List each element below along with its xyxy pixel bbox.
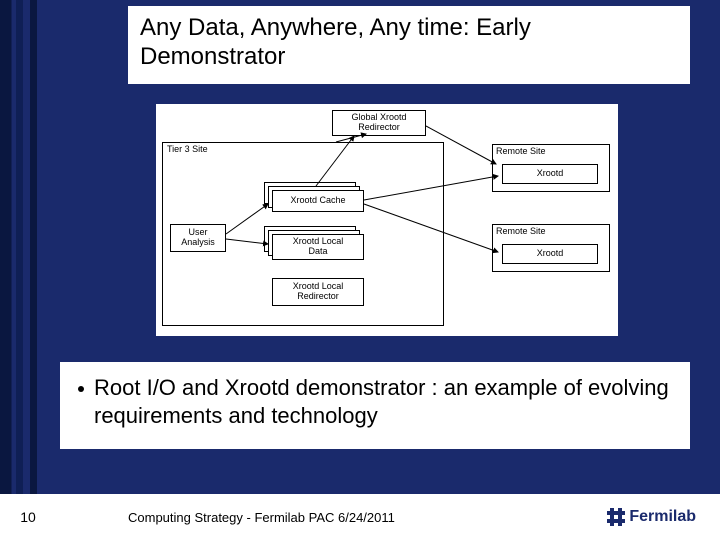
slide-title: Any Data, Anywhere, Any time: Early Demo… xyxy=(140,14,678,72)
remote-xrootd-2-label: Xrootd xyxy=(537,249,564,259)
xrootd-local-data-label: Xrootd Local Data xyxy=(293,237,344,257)
footer-text: Computing Strategy - Fermilab PAC 6/24/2… xyxy=(56,510,607,525)
global-xrootd-redirector-label: Global Xrootd Redirector xyxy=(351,113,406,133)
user-analysis-label: User Analysis xyxy=(181,228,215,248)
architecture-diagram: Tier 3 Site Global Xrootd Redirector Use… xyxy=(156,104,618,336)
footer: 10 Computing Strategy - Fermilab PAC 6/2… xyxy=(0,494,720,540)
user-analysis-box: User Analysis xyxy=(170,224,226,252)
bullet-text: Root I/O and Xrootd demonstrator : an ex… xyxy=(94,374,680,429)
tier3-site-label: Tier 3 Site xyxy=(167,145,208,155)
remote-xrootd-1-label: Xrootd xyxy=(537,169,564,179)
title-block: Any Data, Anywhere, Any time: Early Demo… xyxy=(128,6,690,84)
remote-xrootd-1-box: Xrootd xyxy=(502,164,598,184)
bullet-dot-icon xyxy=(78,386,84,392)
xrootd-local-redirector-label: Xrootd Local Redirector xyxy=(293,282,344,302)
xrootd-cache-label: Xrootd Cache xyxy=(290,196,345,206)
bullet-block: Root I/O and Xrootd demonstrator : an ex… xyxy=(60,362,690,449)
xrootd-local-data-box: Xrootd Local Data xyxy=(272,234,364,260)
xrootd-local-redirector-box: Xrootd Local Redirector xyxy=(272,278,364,306)
fermilab-logo-icon xyxy=(607,508,625,526)
remote-site-1-label: Remote Site xyxy=(496,147,546,157)
fermilab-logo: Fermilab xyxy=(607,508,720,526)
xrootd-cache-box: Xrootd Cache xyxy=(272,190,364,212)
remote-site-2-label: Remote Site xyxy=(496,227,546,237)
slide: Any Data, Anywhere, Any time: Early Demo… xyxy=(0,0,720,540)
global-xrootd-redirector-box: Global Xrootd Redirector xyxy=(332,110,426,136)
decorative-sidebar xyxy=(0,0,46,540)
remote-xrootd-2-box: Xrootd xyxy=(502,244,598,264)
page-number: 10 xyxy=(0,509,56,525)
fermilab-logo-text: Fermilab xyxy=(629,508,696,526)
bullet-row: Root I/O and Xrootd demonstrator : an ex… xyxy=(78,374,680,429)
